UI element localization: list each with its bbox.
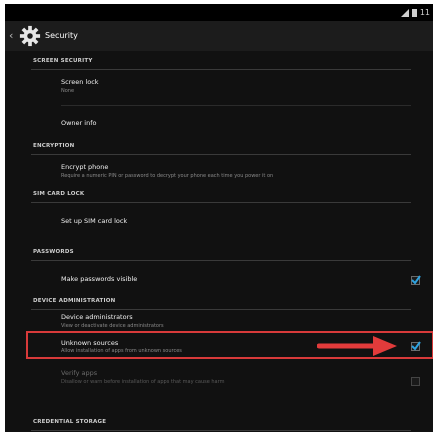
gear-icon[interactable] [19,25,41,47]
page-title: Security [45,31,78,40]
item-subtitle: Disallow or warn before installation of … [61,379,225,385]
item-subtitle: Require a numeric PIN or password to dec… [61,173,274,179]
section-header-passwords: PASSWORDS [31,246,411,261]
action-bar: ‹ Security [5,21,433,51]
item-subtitle: None [61,88,75,94]
list-item-device-administrators[interactable]: Device administrators View or deactivate… [31,310,411,332]
section-header-credential-storage: CREDENTIAL STORAGE [31,416,411,431]
item-subtitle: View or deactivate device administrators [61,323,164,329]
section-header-screen-security: SCREEN SECURITY [31,55,411,70]
signal-icon [400,8,409,17]
android-settings-screen: 11 ‹ Security SCREEN SECURITY Screen loc… [5,4,433,432]
checkbox-verify-apps[interactable] [411,377,420,386]
clock: 11 [419,8,430,17]
battery-icon [411,8,417,17]
item-title: Screen lock [61,78,99,86]
item-title: Verify apps [61,369,98,377]
list-item-encrypt-phone[interactable]: Encrypt phone Require a numeric PIN or p… [31,155,411,185]
list-item-verify-apps[interactable]: Verify apps Disallow or warn before inst… [31,363,420,393]
list-item-owner-info[interactable]: Owner info [31,108,411,138]
item-title: Device administrators [61,313,133,321]
item-title: Set up SIM card lock [61,217,128,225]
item-title: Owner info [61,119,97,127]
item-title: Encrypt phone [61,163,109,171]
list-item-sim-lock[interactable]: Set up SIM card lock [31,203,411,239]
divider [61,105,411,106]
section-header-encryption: ENCRYPTION [31,140,411,155]
checkbox-make-passwords-visible[interactable] [411,275,421,285]
item-title: Make passwords visible [61,275,138,283]
status-bar: 11 [5,4,433,21]
list-item-screen-lock[interactable]: Screen lock None [31,70,411,100]
list-item-make-passwords-visible[interactable]: Make passwords visible [31,261,421,297]
red-arrow-annotation [317,336,397,356]
section-header-sim-card-lock: SIM CARD LOCK [31,188,411,203]
section-header-device-administration: DEVICE ADMINISTRATION [31,295,411,310]
checkmark-icon [411,275,421,285]
back-chevron-icon[interactable]: ‹ [9,29,13,42]
